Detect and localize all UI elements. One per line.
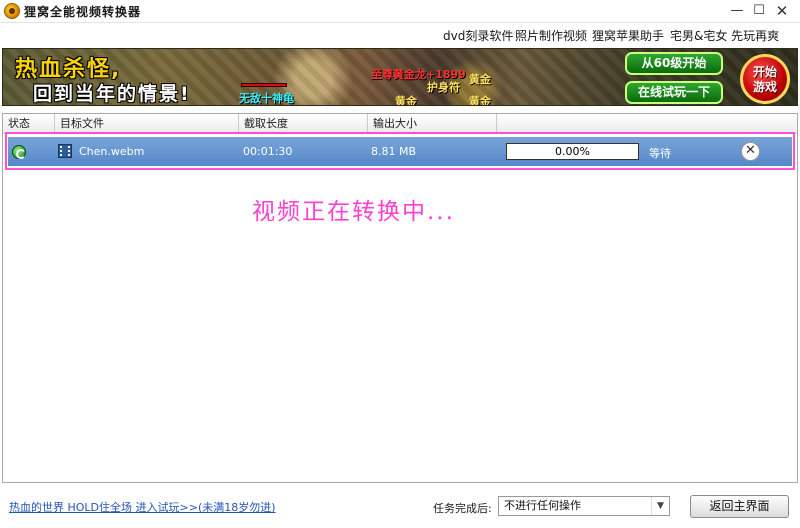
column-header-target-file[interactable]: 目标文件 (55, 114, 239, 134)
promo-link[interactable]: 热血的世界 HOLD住全场 进入试玩>>(未满18岁勿进) (9, 499, 276, 515)
banner-start-label: 开始游戏 (752, 65, 777, 94)
menu-photo-video[interactable]: 照片制作视频 (515, 27, 587, 44)
bottom-bar: 热血的世界 HOLD住全场 进入试玩>>(未满18岁勿进) 任务完成后: 不进行… (0, 488, 800, 528)
film-icon (58, 144, 72, 158)
menu-bar: dvd刻录软件 照片制作视频 狸窝苹果助手 宅男&宅女 先玩再爽 (0, 23, 800, 46)
row-progress-bar: 0.00% (506, 143, 639, 160)
return-home-button[interactable]: 返回主界面 (690, 495, 789, 518)
banner-game-text: 黄金 (469, 73, 491, 86)
banner-start-game-button[interactable]: 开始游戏 (740, 54, 790, 104)
banner-trial-button[interactable]: 在线试玩一下 (625, 81, 723, 104)
banner-health-bar (241, 83, 287, 87)
app-window: 狸窝全能视频转换器 — ☐ ✕ dvd刻录软件 照片制作视频 狸窝苹果助手 宅男… (0, 0, 800, 528)
close-button[interactable]: ✕ (771, 2, 793, 20)
maximize-button[interactable]: ☐ (748, 2, 770, 20)
converting-message: 视频正在转换中... (252, 199, 455, 225)
menu-dvd-burn[interactable]: dvd刻录软件 (443, 27, 513, 44)
banner-game-text: 黄金 (395, 95, 417, 106)
after-complete-label: 任务完成后: (433, 502, 492, 515)
convert-status-icon (12, 145, 26, 159)
chevron-down-icon[interactable]: ▼ (651, 497, 669, 515)
row-file-name: Chen.webm (79, 145, 145, 158)
row-duration: 00:01:30 (243, 145, 293, 158)
menu-game-promo[interactable]: 宅男&宅女 先玩再爽 (670, 27, 779, 44)
column-header-progress[interactable] (497, 114, 797, 134)
banner-level-button[interactable]: 从60级开始 (625, 52, 723, 75)
remove-task-button[interactable]: ✕ (741, 142, 760, 161)
app-logo-icon (4, 3, 20, 19)
menu-apple-helper[interactable]: 狸窝苹果助手 (592, 27, 664, 44)
minimize-button[interactable]: — (726, 2, 748, 20)
banner-game-text: 无敌十神龟 (239, 92, 294, 105)
table-row[interactable]: Chen.webm 00:01:30 8.81 MB 0.00% 等待 ✕ (8, 137, 792, 166)
table-header: 状态 目标文件 截取长度 输出大小 (3, 114, 797, 134)
banner-headline-2: 回到当年的情景! (33, 83, 191, 105)
banner-game-text: 护身符 (427, 81, 460, 94)
column-header-status[interactable]: 状态 (3, 114, 55, 134)
row-output-size: 8.81 MB (371, 145, 417, 158)
after-complete-value: 不进行任何操作 (504, 499, 581, 512)
ad-banner[interactable]: 热血杀怪, 回到当年的情景! 无敌十神龟 至尊黄金龙+1899 护身符 黄金 黄… (2, 48, 798, 106)
banner-game-text: 黄金 (469, 95, 491, 106)
window-title: 狸窝全能视频转换器 (24, 5, 142, 19)
row-progress-text: 0.00% (555, 145, 590, 158)
after-complete-select[interactable]: 不进行任何操作 ▼ (498, 496, 670, 516)
column-header-output-size[interactable]: 输出大小 (368, 114, 497, 134)
row-state: 等待 (649, 147, 671, 160)
column-header-duration[interactable]: 截取长度 (239, 114, 368, 134)
title-bar: 狸窝全能视频转换器 — ☐ ✕ (0, 0, 800, 23)
